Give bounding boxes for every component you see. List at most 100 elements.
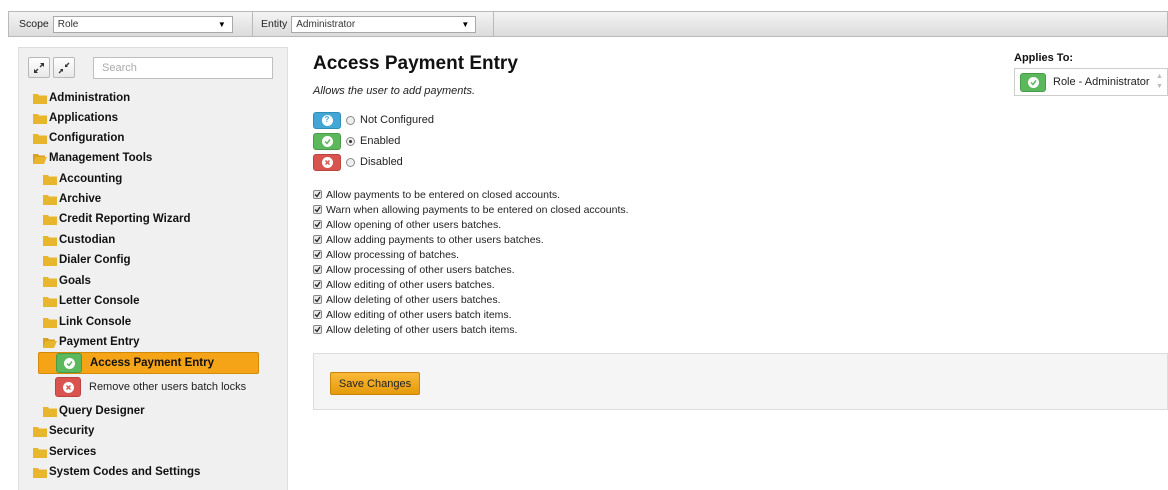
checkbox-checked[interactable] — [313, 235, 322, 244]
checkbox-checked[interactable] — [313, 325, 322, 334]
tree-item-applications[interactable]: Applications — [33, 109, 118, 127]
tree-item-access-payment-entry[interactable]: Access Payment Entry — [38, 352, 259, 374]
checkbox-row[interactable]: Allow payments to be entered on closed a… — [313, 187, 560, 202]
scope-value: Role — [57, 18, 79, 30]
option-enabled[interactable]: Enabled — [313, 132, 401, 150]
tree-item-link-console[interactable]: Link Console — [43, 313, 131, 331]
tree-item-payment-entry[interactable]: Payment Entry — [43, 333, 140, 351]
checkbox-checked[interactable] — [313, 220, 322, 229]
checkbox-label: Allow editing of other users batch items… — [326, 308, 512, 321]
tree-label: Dialer Config — [59, 254, 131, 266]
tree-item-goals[interactable]: Goals — [43, 272, 91, 290]
page-title: Access Payment Entry — [313, 53, 518, 74]
disabled-icon — [313, 153, 341, 171]
tree-item-archive[interactable]: Archive — [43, 190, 101, 208]
tree-item-configuration[interactable]: Configuration — [33, 129, 124, 147]
save-changes-button[interactable]: Save Changes — [330, 372, 420, 395]
dropdown-arrow-icon: ▼ — [461, 19, 470, 29]
folder-icon — [43, 214, 57, 225]
checkbox-label: Allow deleting of other users batches. — [326, 293, 501, 306]
checkbox-row[interactable]: Allow editing of other users batches. — [313, 277, 495, 292]
checkbox-checked[interactable] — [313, 295, 322, 304]
tree-label: Administration — [49, 92, 131, 104]
search-input[interactable]: Search — [93, 57, 273, 79]
tree-label: Accounting — [59, 173, 123, 185]
entity-select[interactable]: Administrator ▼ — [291, 15, 477, 33]
tree-item-security[interactable]: Security — [33, 422, 94, 440]
tree-label: Configuration — [49, 132, 125, 144]
checkbox-label: Allow editing of other users batches. — [326, 278, 495, 291]
checkbox-row[interactable]: Allow opening of other users batches. — [313, 217, 501, 232]
entity-value: Administrator — [296, 18, 356, 30]
tree-label: Management Tools — [49, 152, 153, 164]
tree-label: Security — [49, 425, 95, 437]
tree-label: Access Payment Entry — [90, 357, 215, 369]
folder-icon — [33, 113, 47, 124]
tree-item-system-codes[interactable]: System Codes and Settings — [33, 463, 200, 481]
tree-item-remove-batch-locks[interactable]: Remove other users batch locks — [38, 376, 259, 398]
tree-item-credit-reporting-wizard[interactable]: Credit Reporting Wizard — [43, 210, 191, 228]
folder-icon — [33, 133, 47, 144]
option-disabled[interactable]: Disabled — [313, 153, 403, 171]
checkbox-label: Allow payments to be entered on closed a… — [326, 188, 561, 201]
checkbox-checked[interactable] — [313, 190, 322, 199]
expand-all-button[interactable] — [28, 57, 50, 78]
disabled-status-icon — [55, 377, 81, 397]
scope-select[interactable]: Role ▼ — [52, 15, 233, 33]
tree-label: Link Console — [59, 316, 132, 328]
applies-to-list[interactable]: Role - Administrator ▲ ▼ — [1014, 68, 1168, 96]
checkbox-row[interactable]: Allow processing of other users batches. — [313, 262, 515, 277]
folder-icon — [43, 255, 57, 266]
option-not-configured[interactable]: ? Not Configured — [313, 111, 434, 129]
checkbox-row[interactable]: Allow adding payments to other users bat… — [313, 232, 544, 247]
checkbox-checked[interactable] — [313, 205, 322, 214]
folder-icon — [43, 296, 57, 307]
checkbox-label: Allow processing of other users batches. — [326, 263, 515, 276]
checkbox-checked[interactable] — [313, 250, 322, 259]
tree-item-administration[interactable]: Administration — [33, 89, 130, 107]
applies-to-label: Applies To: — [1014, 52, 1074, 64]
tree-item-custodian[interactable]: Custodian — [43, 231, 115, 249]
enabled-icon — [313, 132, 341, 150]
radio-disabled[interactable] — [346, 157, 355, 167]
enabled-status-icon — [56, 353, 82, 373]
tree-label: Letter Console — [59, 295, 140, 307]
not-configured-icon: ? — [313, 111, 341, 129]
tree-item-accounting[interactable]: Accounting — [43, 170, 122, 188]
checkbox-checked[interactable] — [313, 280, 322, 289]
option-label: Enabled — [360, 135, 401, 147]
checkbox-checked[interactable] — [313, 310, 322, 319]
top-toolbar: Scope Role ▼ Entity Administrator ▼ — [8, 11, 1168, 37]
checkbox-row[interactable]: Allow editing of other users batch items… — [313, 307, 512, 322]
tree-item-management-tools[interactable]: Management Tools — [33, 149, 152, 167]
checkbox-label: Warn when allowing payments to be entere… — [326, 203, 629, 216]
enabled-status-icon — [1020, 72, 1046, 92]
folder-open-icon — [33, 153, 47, 164]
applies-to-value: Role - Administrator — [1053, 76, 1150, 88]
checkbox-row[interactable]: Allow deleting of other users batches. — [313, 292, 501, 307]
checkbox-checked[interactable] — [313, 265, 322, 274]
tree-item-dialer-config[interactable]: Dialer Config — [43, 251, 131, 269]
folder-icon — [43, 194, 57, 205]
entity-group: Entity Administrator ▼ — [253, 12, 494, 36]
collapse-all-button[interactable] — [53, 57, 75, 78]
radio-not-configured[interactable] — [346, 115, 355, 125]
tree-tools — [28, 57, 75, 78]
tree-item-query-designer[interactable]: Query Designer — [43, 402, 145, 420]
scroll-arrows-icon[interactable]: ▲ ▼ — [1155, 72, 1164, 92]
folder-icon — [33, 93, 47, 104]
checkbox-row[interactable]: Warn when allowing payments to be entere… — [313, 202, 629, 217]
tree-label: Credit Reporting Wizard — [59, 213, 191, 225]
save-panel: Save Changes — [313, 353, 1168, 410]
tree-item-letter-console[interactable]: Letter Console — [43, 292, 140, 310]
checkbox-label: Allow adding payments to other users bat… — [326, 233, 544, 246]
folder-icon — [33, 426, 47, 437]
radio-enabled[interactable] — [346, 136, 355, 146]
tree-label: Custodian — [59, 234, 116, 246]
folder-icon — [43, 276, 57, 287]
scope-label: Scope — [19, 18, 49, 30]
checkbox-row[interactable]: Allow deleting of other users batch item… — [313, 322, 517, 337]
tree-item-services[interactable]: Services — [33, 443, 96, 461]
tree-label: Payment Entry — [59, 336, 140, 348]
checkbox-row[interactable]: Allow processing of batches. — [313, 247, 459, 262]
